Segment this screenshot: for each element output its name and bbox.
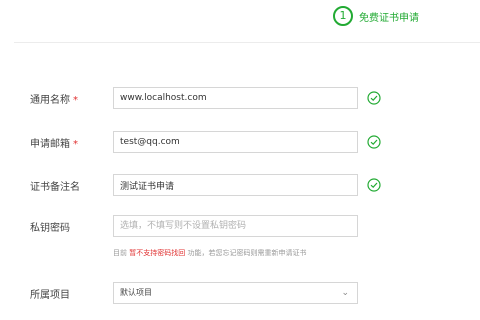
step-number: 1 bbox=[333, 6, 353, 26]
hint-highlight: 暂不支持密码找回 bbox=[129, 249, 186, 257]
chevron-down-icon: ⌄ bbox=[341, 288, 349, 298]
email-label-text: 申请邮箱 bbox=[30, 139, 70, 150]
project-select[interactable]: 默认项目 ⌄ bbox=[113, 282, 358, 304]
valid-check-icon bbox=[367, 135, 381, 149]
password-hint: 目前 暂不支持密码找回 功能，若您忘记密码则需重新申请证书 bbox=[113, 248, 306, 258]
common-name-label-text: 通用名称 bbox=[30, 95, 70, 106]
email-label: 申请邮箱 * bbox=[30, 135, 78, 150]
common-name-row: 通用名称 * bbox=[0, 87, 480, 109]
remark-row: 证书备注名 bbox=[0, 174, 480, 196]
common-name-label: 通用名称 * bbox=[30, 91, 78, 106]
email-input[interactable] bbox=[113, 131, 358, 153]
remark-input[interactable] bbox=[113, 174, 358, 196]
email-row: 申请邮箱 * bbox=[0, 131, 480, 153]
step-indicator: 1 免费证书申请 bbox=[333, 6, 419, 26]
common-name-input[interactable] bbox=[113, 87, 358, 109]
required-mark: * bbox=[73, 95, 78, 106]
header-divider bbox=[14, 42, 480, 43]
step-label: 免费证书申请 bbox=[359, 12, 419, 24]
project-label: 所属项目 bbox=[30, 290, 70, 301]
required-mark: * bbox=[73, 139, 78, 150]
valid-check-icon bbox=[367, 178, 381, 192]
private-key-password-row: 私钥密码 bbox=[0, 215, 480, 237]
remark-label: 证书备注名 bbox=[30, 182, 80, 193]
valid-check-icon bbox=[367, 91, 381, 105]
hint-prefix: 目前 bbox=[113, 249, 127, 257]
private-key-password-input[interactable] bbox=[113, 215, 358, 237]
project-select-value: 默认项目 bbox=[120, 288, 152, 297]
hint-suffix: 功能，若您忘记密码则需重新申请证书 bbox=[187, 249, 307, 257]
project-row: 所属项目 默认项目 ⌄ bbox=[0, 282, 480, 304]
private-key-password-label: 私钥密码 bbox=[30, 223, 70, 234]
